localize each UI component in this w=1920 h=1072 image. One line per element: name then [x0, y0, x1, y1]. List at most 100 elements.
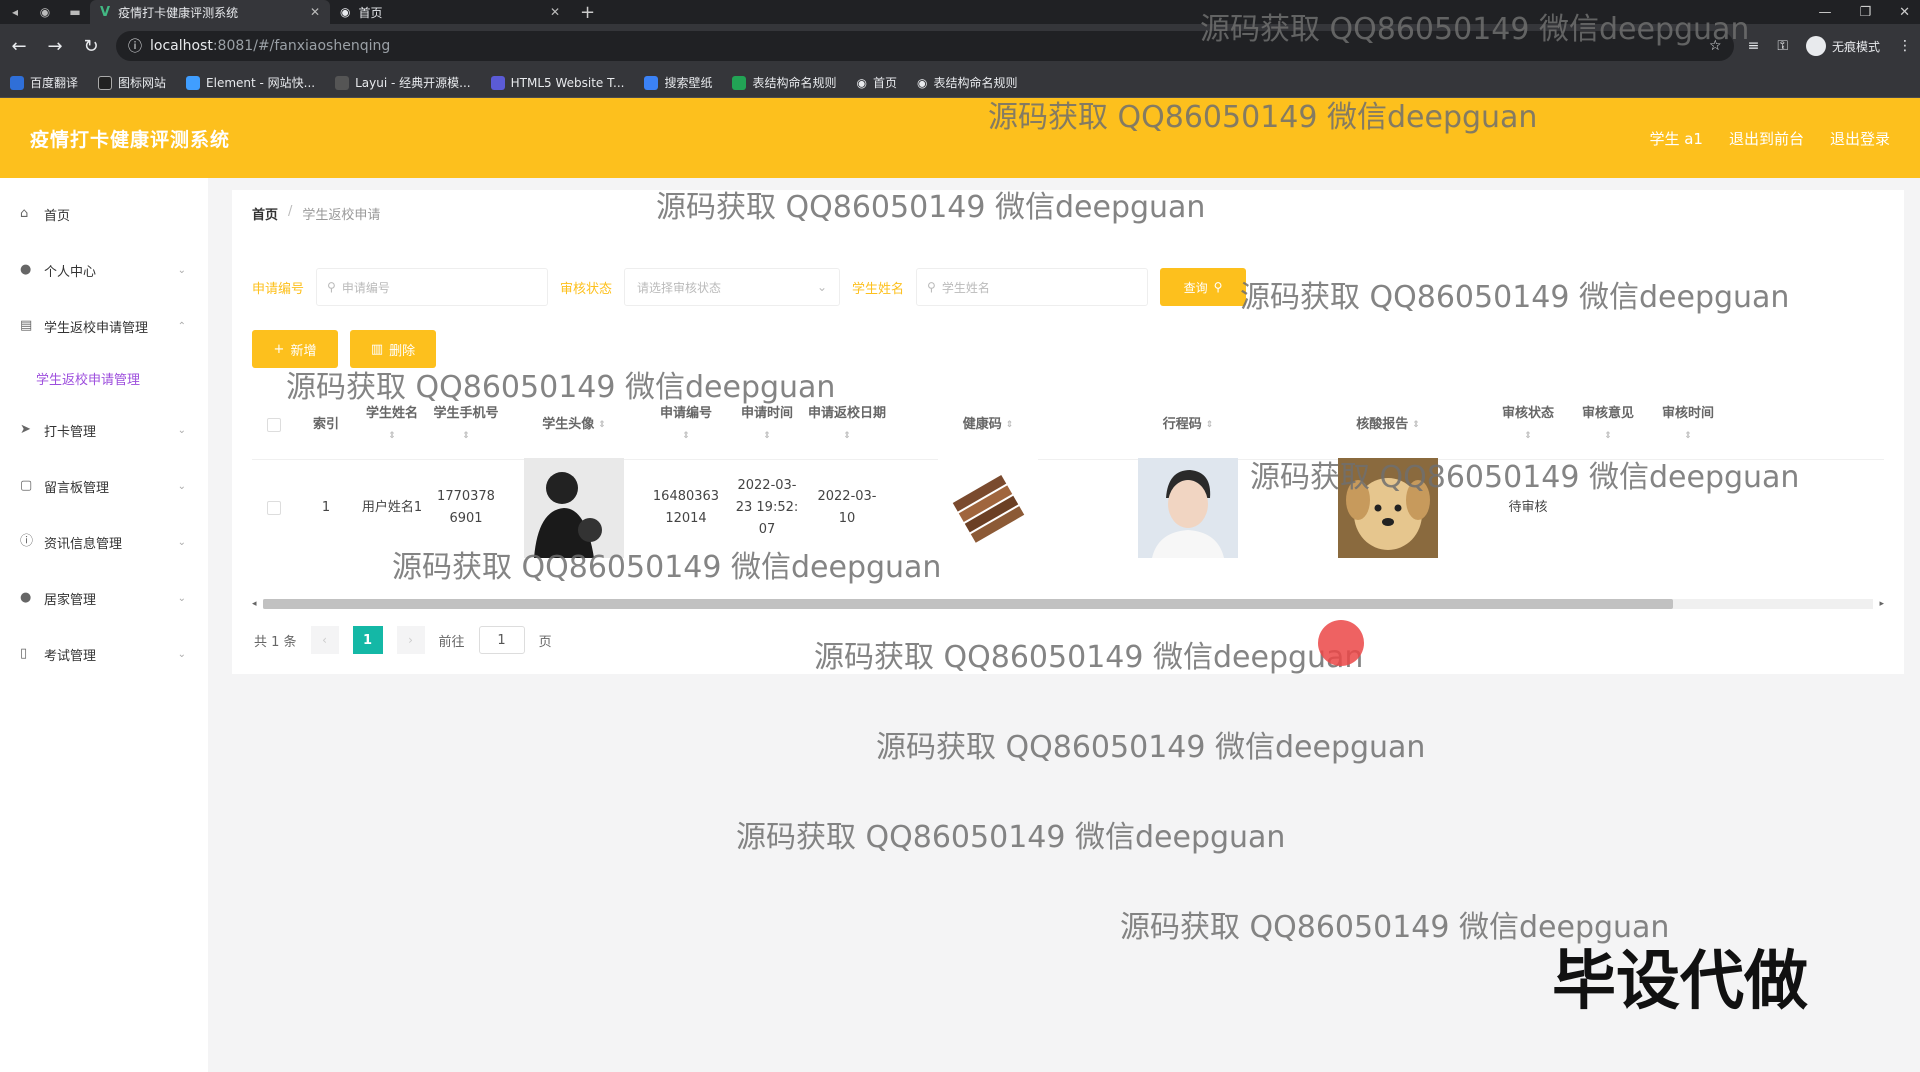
forward-icon[interactable]: →	[44, 36, 66, 57]
bookmark-item[interactable]: HTML5 Website T...	[490, 75, 624, 90]
incognito-badge[interactable]: 无痕模式	[1805, 36, 1880, 56]
health-code-image[interactable]	[938, 458, 1038, 558]
goto-page-input[interactable]: 1	[478, 626, 525, 654]
reload-icon[interactable]: ↻	[80, 36, 102, 57]
sort-icon[interactable]: ⇕	[763, 425, 771, 447]
bookmark-item[interactable]: ◉ 首页	[856, 74, 897, 91]
sort-icon[interactable]: ⇕	[1412, 414, 1420, 436]
placeholder: 申请编号	[341, 280, 390, 295]
new-tab-icon[interactable]: +	[570, 2, 605, 23]
status-label: 审核状态	[560, 281, 613, 297]
bookmarks-bar: 百度翻译 图标网站 Element - 网站快... Layui - 经典开源模…	[0, 68, 1920, 98]
bookmark-item[interactable]: ◉ 表结构命名规则	[917, 74, 1018, 91]
sort-icon[interactable]: ⇕	[843, 425, 851, 447]
globe-icon: ◉	[916, 75, 928, 90]
avatar-image[interactable]	[524, 458, 624, 558]
row-checkbox[interactable]	[267, 501, 281, 515]
bookmark-label: Layui - 经典开源模...	[355, 76, 471, 90]
scroll-track[interactable]	[262, 599, 1874, 609]
sidebar-item-news[interactable]: ⓘ 资讯信息管理 ⌄	[0, 514, 208, 570]
sort-icon[interactable]: ⇕	[388, 425, 396, 447]
trip-code-image[interactable]	[1138, 458, 1238, 558]
sidebar-item-return-apply[interactable]: ▤ 学生返校申请管理 ⌃	[0, 298, 208, 354]
main-content: 首页 / 学生返校申请 申请编号 ⚲ 申请编号 审核状态 请选择审核状态 ⌄ 学生姓…	[232, 190, 1904, 674]
sort-icon[interactable]: ⇕	[598, 414, 606, 436]
scroll-left-icon[interactable]: ◂	[252, 599, 257, 609]
breadcrumb-home[interactable]: 首页	[252, 204, 278, 223]
restore-icon[interactable]: ❐	[1859, 5, 1871, 20]
logout-link[interactable]: 退出登录	[1830, 128, 1890, 149]
sort-icon[interactable]: ⇕	[1604, 425, 1612, 447]
sidebar-item-home[interactable]: ⌂ 首页	[0, 186, 208, 242]
apply-no-input[interactable]: ⚲ 申请编号	[316, 268, 549, 306]
submenu-item-return-apply[interactable]: 学生返校申请管理	[0, 354, 208, 402]
key-icon[interactable]: ⚿	[1777, 38, 1788, 54]
cell-health-code	[888, 458, 1088, 558]
delete-button[interactable]: ▥ 删除	[350, 330, 436, 368]
vue-logo-icon: V	[100, 4, 111, 20]
media-icon[interactable]: ≡	[1748, 38, 1760, 54]
col-phone[interactable]: 学生手机号 ⇕	[428, 403, 504, 447]
sidebar-item-profile[interactable]: ● 个人中心 ⌄	[0, 242, 208, 298]
horizontal-scrollbar[interactable]: ◂ ▸	[252, 598, 1884, 610]
url-input[interactable]: ⓘ localhost:8081/#/fanxiaoshenqing ☆	[116, 31, 1734, 61]
back-icon[interactable]: ←	[8, 36, 30, 57]
close-icon[interactable]: ✕	[550, 5, 560, 19]
sort-icon[interactable]: ⇕	[1684, 425, 1692, 447]
tab-home[interactable]: ◉ 首页 ✕	[330, 0, 570, 24]
student-name-input[interactable]: ⚲ 学生姓名	[916, 268, 1149, 306]
col-apply-time[interactable]: 申请时间 ⇕	[728, 403, 806, 447]
col-nucleic-report[interactable]: 核酸报告 ⇕	[1288, 414, 1488, 436]
col-health-code[interactable]: 健康码 ⇕	[888, 414, 1088, 436]
bookmark-item[interactable]: 搜索壁纸	[644, 74, 712, 91]
sort-icon[interactable]: ⇕	[462, 425, 470, 447]
sidebar-item-messages[interactable]: ▢ 留言板管理 ⌄	[0, 458, 208, 514]
mute-icon[interactable]: ◂	[0, 0, 30, 24]
window-icon[interactable]: ▬	[60, 0, 90, 24]
layui-icon	[335, 75, 350, 90]
sort-icon[interactable]: ⇕	[682, 425, 690, 447]
nucleic-report-image[interactable]	[1338, 458, 1438, 558]
minimize-icon[interactable]: —	[1818, 5, 1831, 20]
menu-icon[interactable]: ⋮	[1898, 38, 1912, 54]
tab-active[interactable]: V 疫情打卡健康评测系统 ✕	[90, 0, 330, 24]
bookmark-item[interactable]: 表结构命名规则	[732, 74, 836, 91]
close-window-icon[interactable]: ✕	[1899, 5, 1910, 20]
sort-icon[interactable]: ⇕	[1006, 414, 1014, 436]
sort-icon[interactable]: ⇕	[1524, 425, 1532, 447]
scroll-right-icon[interactable]: ▸	[1879, 599, 1884, 609]
select-all-checkbox[interactable]	[267, 417, 281, 432]
bookmark-item[interactable]: Element - 网站快...	[186, 74, 315, 91]
col-opinion[interactable]: 审核意见 ⇕	[1568, 403, 1648, 447]
col-name[interactable]: 学生姓名 ⇕	[356, 403, 428, 447]
sort-icon[interactable]: ⇕	[1206, 414, 1214, 436]
col-apply-no[interactable]: 申请编号 ⇕	[644, 403, 728, 447]
info-icon[interactable]: ⓘ	[128, 36, 142, 56]
add-button[interactable]: + 新增	[252, 330, 338, 368]
next-page-button[interactable]: ›	[396, 626, 425, 654]
close-icon[interactable]: ✕	[310, 5, 320, 19]
col-trip-code[interactable]: 行程码 ⇕	[1088, 414, 1288, 436]
back-to-front-link[interactable]: 退出到前台	[1729, 128, 1804, 149]
page-number-active[interactable]: 1	[352, 626, 383, 654]
scroll-thumb[interactable]	[262, 599, 1673, 609]
sidebar-item-exam[interactable]: ▯ 考试管理 ⌄	[0, 626, 208, 682]
sidebar-item-checkin[interactable]: ➤ 打卡管理 ⌄	[0, 402, 208, 458]
col-status[interactable]: 审核状态 ⇕	[1488, 403, 1568, 447]
star-icon[interactable]: ☆	[1709, 38, 1722, 54]
col-avatar[interactable]: 学生头像 ⇕	[504, 414, 644, 436]
sidebar-item-home-quarantine[interactable]: ● 居家管理 ⌄	[0, 570, 208, 626]
table-row[interactable]: 1 用户姓名1 17703786901 1648036312014 2022-0…	[252, 458, 1884, 558]
col-return-date[interactable]: 申请返校日期 ⇕	[806, 403, 888, 447]
globe-icon[interactable]: ◉	[30, 0, 60, 24]
prev-page-button[interactable]: ‹	[310, 626, 339, 654]
browser-tabbar: ◂ ◉ ▬ V 疫情打卡健康评测系统 ✕ ◉ 首页 ✕ + — ❐ ✕	[0, 0, 1920, 24]
sidebar-item-label: 个人中心	[44, 264, 97, 280]
query-button[interactable]: 查询 ⚲	[1160, 268, 1247, 306]
bookmark-item[interactable]: Layui - 经典开源模...	[335, 74, 471, 91]
bookmark-item[interactable]: 图标网站	[98, 74, 166, 91]
url-host: localhost	[150, 38, 213, 54]
status-select[interactable]: 请选择审核状态 ⌄	[624, 268, 841, 306]
bookmark-item[interactable]: 百度翻译	[10, 74, 78, 91]
col-review-time[interactable]: 审核时间 ⇕	[1648, 403, 1728, 447]
